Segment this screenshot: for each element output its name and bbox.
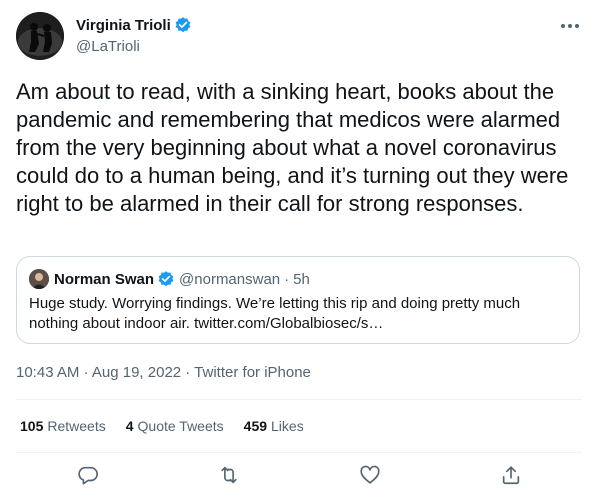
tweet-text: Am about to read, with a sinking heart, … bbox=[16, 79, 575, 216]
quote-author-avatar bbox=[29, 269, 49, 289]
author-name[interactable]: Virginia Trioli bbox=[76, 17, 171, 34]
tweet-timestamp-source[interactable]: 10:43 AM · Aug 19, 2022 · Twitter for iP… bbox=[16, 363, 311, 383]
retweet-icon[interactable] bbox=[216, 462, 242, 488]
verified-badge-icon bbox=[174, 16, 192, 34]
quote-timestamp: 5h bbox=[293, 270, 310, 288]
quote-tweet-card[interactable]: Norman Swan @normanswan · 5h Huge study.… bbox=[16, 256, 580, 344]
quote-author-handle: @normanswan bbox=[179, 270, 281, 288]
quote-text: Huge study. Worrying findings. We’re let… bbox=[29, 295, 525, 332]
quote-separator-dot: · bbox=[284, 270, 290, 288]
engagement-stats: 105 Retweets 4 Quote Tweets 459 Likes bbox=[20, 416, 324, 436]
reply-icon[interactable] bbox=[75, 462, 101, 488]
divider bbox=[16, 452, 582, 453]
retweets-stat[interactable]: 105 Retweets bbox=[20, 416, 106, 436]
quote-author-name: Norman Swan bbox=[54, 270, 155, 288]
author-block: Virginia Trioli @LaTrioli bbox=[76, 15, 192, 57]
author-avatar[interactable] bbox=[16, 12, 64, 60]
more-icon[interactable] bbox=[558, 14, 582, 38]
quote-tweets-label: Quote Tweets bbox=[137, 418, 224, 434]
like-icon[interactable] bbox=[357, 462, 383, 488]
quote-header: Norman Swan @normanswan · 5h bbox=[29, 269, 310, 289]
share-icon[interactable] bbox=[498, 462, 524, 488]
retweets-count: 105 bbox=[20, 418, 44, 434]
likes-count: 459 bbox=[243, 418, 268, 434]
quote-verified-badge-icon bbox=[157, 270, 175, 288]
quote-tweets-count: 4 bbox=[125, 418, 134, 434]
author-handle[interactable]: @LaTrioli bbox=[76, 37, 192, 57]
likes-stat[interactable]: 459 Likes bbox=[244, 416, 304, 436]
action-bar bbox=[0, 462, 598, 488]
quote-tweets-stat[interactable]: 4 Quote Tweets bbox=[126, 416, 224, 436]
likes-label: Likes bbox=[271, 418, 304, 434]
retweets-label: Retweets bbox=[47, 418, 106, 434]
divider bbox=[16, 399, 582, 400]
